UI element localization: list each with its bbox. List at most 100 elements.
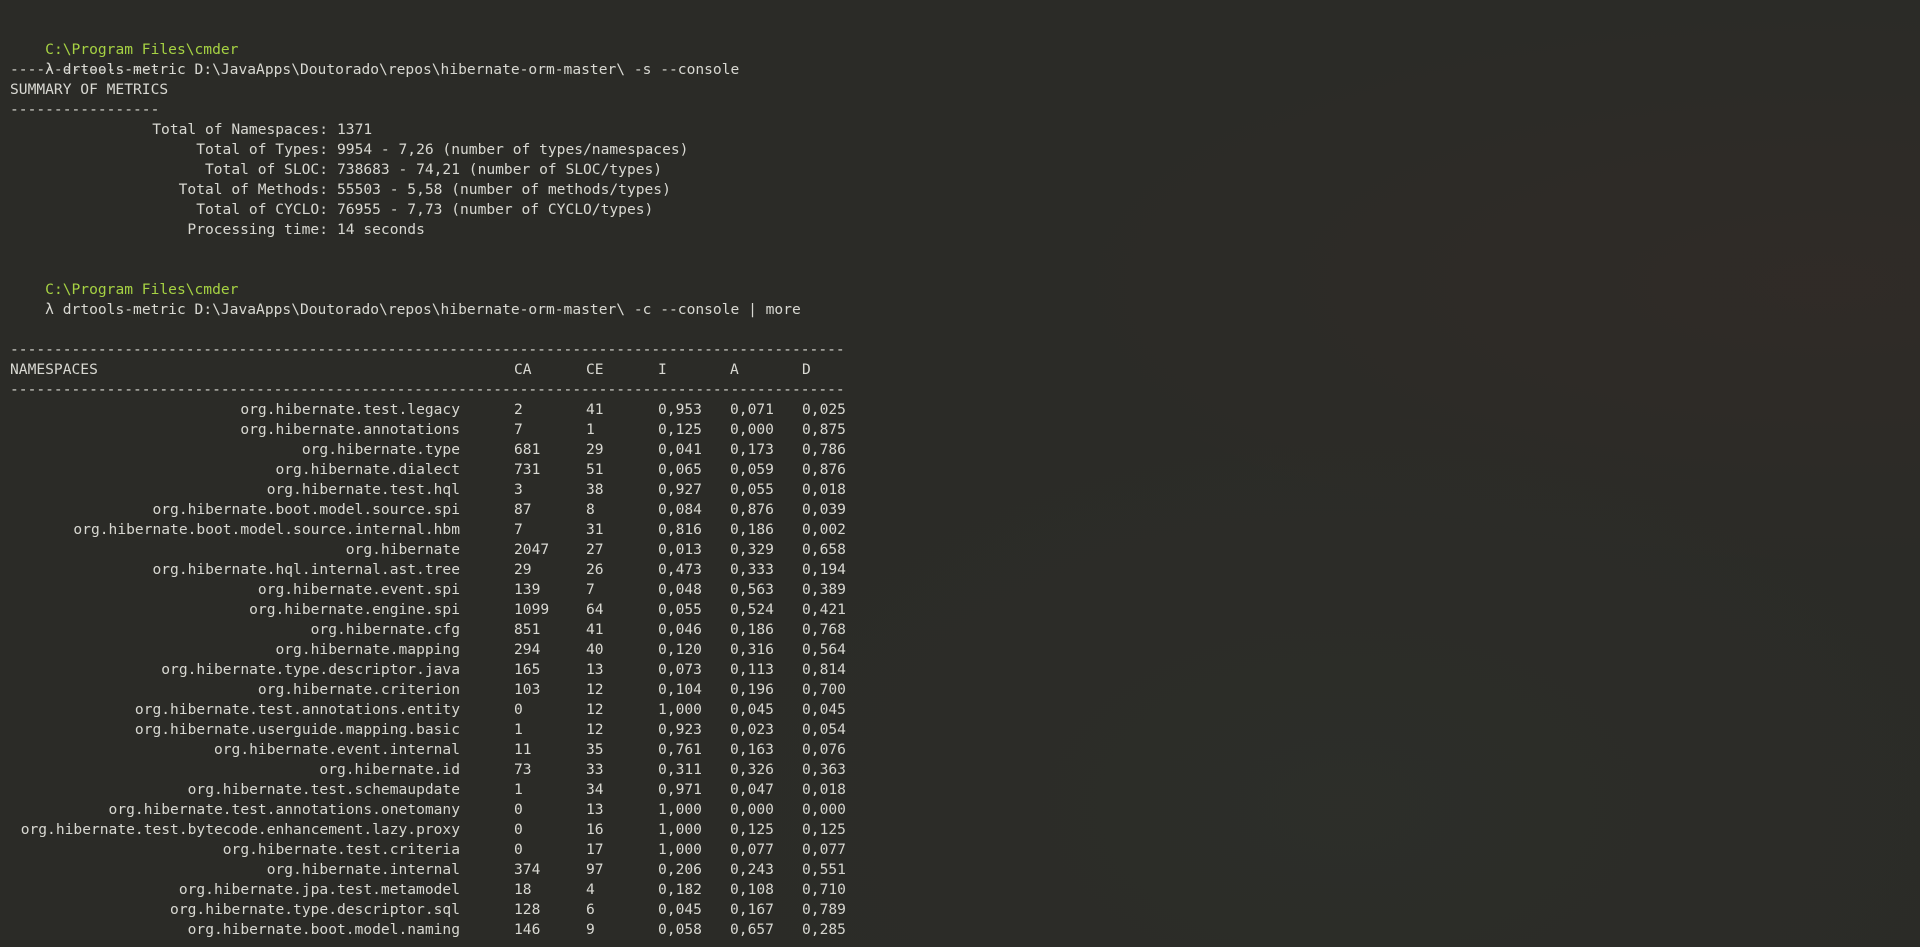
namespace-cell: org.hibernate.event.internal	[213, 741, 460, 758]
ca-cell: 294	[514, 641, 541, 658]
table-row: org.hibernate.type 681 29 0,041 0,173 0,786	[10, 440, 1920, 460]
summary-title: SUMMARY OF METRICS	[10, 81, 169, 98]
d-cell: 0,018	[802, 781, 846, 798]
header-namespaces: NAMESPACES	[10, 361, 98, 378]
summary-value: 55503 - 5,58 (number of methods/types)	[337, 181, 671, 198]
table-row: org.hibernate.boot.model.source.internal…	[10, 520, 1920, 540]
i-cell: 0,055	[658, 601, 702, 618]
a-cell: 0,196	[730, 681, 774, 698]
ca-cell: 146	[514, 921, 541, 938]
ca-cell: 139	[514, 581, 541, 598]
ca-cell: 1	[514, 781, 523, 798]
a-cell: 0,163	[730, 741, 774, 758]
command-line[interactable]: λ drtools-metric D:\JavaApps\Doutorado\r…	[10, 280, 1920, 318]
namespace-cell: org.hibernate.hql.internal.ast.tree	[152, 561, 460, 578]
ce-cell: 6	[586, 901, 595, 918]
ce-cell: 34	[586, 781, 604, 798]
ce-cell: 9	[586, 921, 595, 938]
i-cell: 0,311	[658, 761, 702, 778]
d-cell: 0,564	[802, 641, 846, 658]
ce-cell: 12	[586, 701, 604, 718]
summary-value: 14 seconds	[337, 221, 425, 238]
namespace-cell: org.hibernate.type.descriptor.java	[161, 661, 460, 678]
i-cell: 0,104	[658, 681, 702, 698]
i-cell: 0,065	[658, 461, 702, 478]
d-cell: 0,710	[802, 881, 846, 898]
a-cell: 0,173	[730, 441, 774, 458]
i-cell: 0,206	[658, 861, 702, 878]
header-a: A	[730, 361, 739, 378]
ca-cell: 18	[514, 881, 532, 898]
ca-cell: 2	[514, 401, 523, 418]
d-cell: 0,786	[802, 441, 846, 458]
namespace-cell: org.hibernate.boot.model.source.spi	[152, 501, 460, 518]
ce-cell: 35	[586, 741, 604, 758]
ce-cell: 41	[586, 401, 604, 418]
command-line[interactable]: λ drtools-metric D:\JavaApps\Doutorado\r…	[10, 40, 1920, 78]
header-i: I	[658, 361, 667, 378]
i-cell: 0,923	[658, 721, 702, 738]
namespace-cell: org.hibernate.test.annotations.entity	[134, 701, 460, 718]
table-row: org.hibernate.internal 374 97 0,206 0,243 0,5…	[10, 860, 1920, 880]
namespace-cell: org.hibernate.type	[301, 441, 460, 458]
namespace-cell: org.hibernate.boot.model.naming	[187, 921, 460, 938]
ca-cell: 1099	[514, 601, 550, 618]
d-cell: 0,551	[802, 861, 846, 878]
ce-cell: 12	[586, 681, 604, 698]
a-cell: 0,186	[730, 621, 774, 638]
i-cell: 1,000	[658, 841, 702, 858]
ca-cell: 731	[514, 461, 541, 478]
table-row: org.hibernate.id 73 33 0,311 0,326 0,363	[10, 760, 1920, 780]
a-cell: 0,329	[730, 541, 774, 558]
ca-cell: 851	[514, 621, 541, 638]
d-cell: 0,814	[802, 661, 846, 678]
a-cell: 0,563	[730, 581, 774, 598]
d-cell: 0,768	[802, 621, 846, 638]
summary-label: Total of Types:	[196, 141, 328, 158]
i-cell: 0,048	[658, 581, 702, 598]
namespace-cell: org.hibernate.id	[319, 761, 460, 778]
namespace-cell: org.hibernate.test.criteria	[222, 841, 460, 858]
summary-row: Total of SLOC: 738683 - 74,21 (number of …	[10, 160, 1920, 180]
summary-rows: Total of Namespaces: 1371 Total of Types: 9…	[10, 120, 1920, 240]
ce-cell: 1	[586, 421, 595, 438]
summary-row: Total of CYCLO: 76955 - 7,73 (number of C…	[10, 200, 1920, 220]
table-separator-top: ----------------------------------------…	[10, 341, 845, 358]
namespace-cell: org.hibernate.event.spi	[257, 581, 460, 598]
table-row: org.hibernate.hql.internal.ast.tree 29 26 0…	[10, 560, 1920, 580]
summary-label: Total of Methods:	[178, 181, 328, 198]
header-d: D	[802, 361, 811, 378]
ca-cell: 0	[514, 841, 523, 858]
ce-cell: 12	[586, 721, 604, 738]
d-cell: 0,039	[802, 501, 846, 518]
ca-cell: 0	[514, 821, 523, 838]
namespace-cell: org.hibernate.boot.model.source.internal…	[73, 521, 460, 538]
d-cell: 0,789	[802, 901, 846, 918]
header-ce: CE	[586, 361, 604, 378]
d-cell: 0,194	[802, 561, 846, 578]
table-row: org.hibernate.engine.spi 1099 64 0,055 0,524…	[10, 600, 1920, 620]
table-row: org.hibernate.test.criteria 0 17 1,000 0,077…	[10, 840, 1920, 860]
ca-cell: 2047	[514, 541, 550, 558]
terminal-window[interactable]: C:\Program Files\cmder λ drtools-metric …	[0, 0, 1920, 947]
a-cell: 0,243	[730, 861, 774, 878]
a-cell: 0,524	[730, 601, 774, 618]
ce-cell: 97	[586, 861, 604, 878]
summary-separator-top: -----------------	[10, 61, 160, 78]
ce-cell: 17	[586, 841, 604, 858]
i-cell: 0,013	[658, 541, 702, 558]
summary-value: 738683 - 74,21 (number of SLOC/types)	[337, 161, 663, 178]
summary-value: 1371	[337, 121, 373, 138]
ce-cell: 33	[586, 761, 604, 778]
namespace-cell: org.hibernate.cfg	[310, 621, 460, 638]
namespace-cell: org.hibernate.test.annotations.onetomany	[108, 801, 460, 818]
table-row: org.hibernate.test.legacy 2 41 0,953 0,071 0,…	[10, 400, 1920, 420]
d-cell: 0,875	[802, 421, 846, 438]
a-cell: 0,000	[730, 801, 774, 818]
table-row: org.hibernate.boot.model.naming 146 9 0,058…	[10, 920, 1920, 940]
command-text[interactable]: drtools-metric D:\JavaApps\Doutorado\rep…	[63, 301, 801, 318]
namespace-cell: org.hibernate.test.hql	[266, 481, 460, 498]
ce-cell: 31	[586, 521, 604, 538]
table-row: org.hibernate.test.bytecode.enhancement.…	[10, 820, 1920, 840]
ce-cell: 64	[586, 601, 604, 618]
